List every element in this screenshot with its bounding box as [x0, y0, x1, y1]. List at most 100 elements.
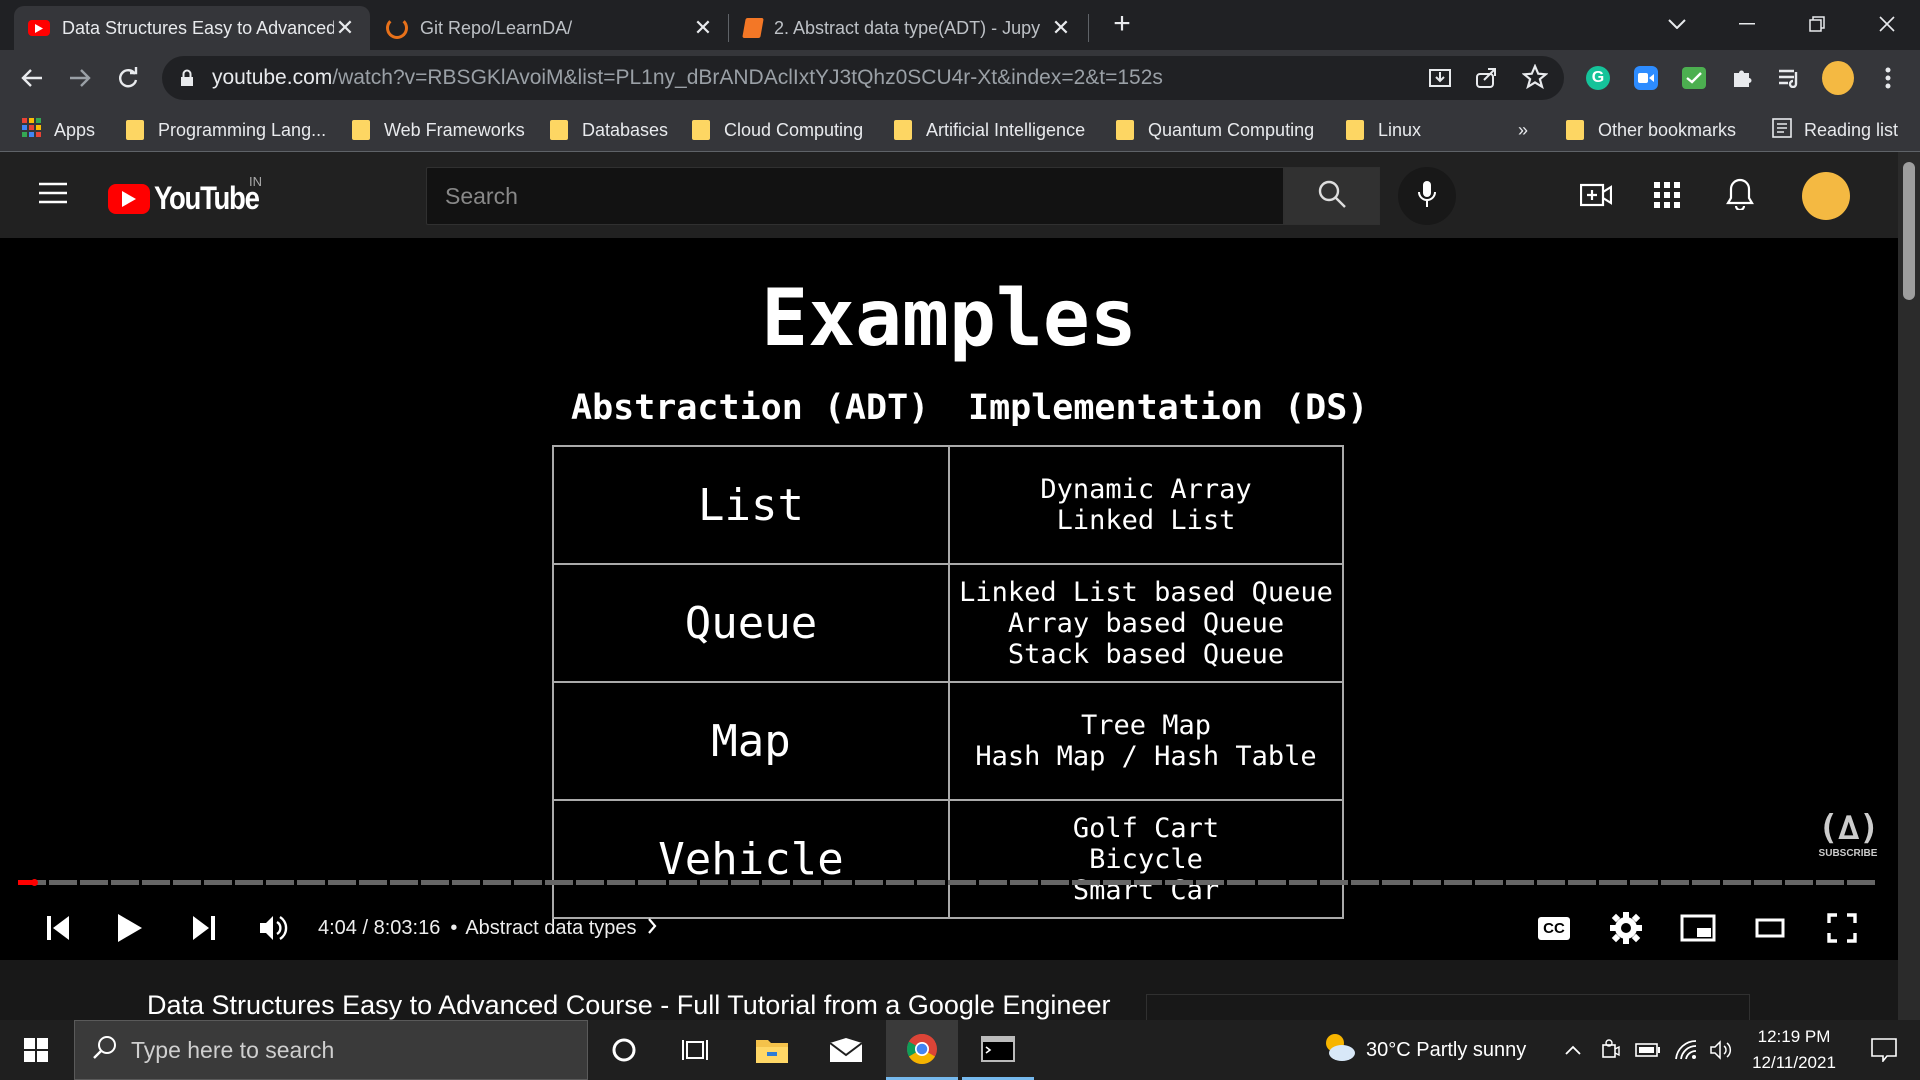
scrollbar-thumb[interactable]: [1903, 162, 1915, 300]
media-queue-icon[interactable]: [1774, 62, 1806, 94]
mail-icon[interactable]: [810, 1020, 882, 1080]
previous-video-button[interactable]: [36, 898, 80, 958]
mail-extension-icon[interactable]: [1678, 62, 1710, 94]
star-icon[interactable]: [1521, 63, 1549, 95]
apps-grid-icon[interactable]: [1654, 182, 1680, 213]
new-tab-button[interactable]: +: [1094, 6, 1150, 42]
zoom-extension-icon[interactable]: [1630, 62, 1662, 94]
extensions-puzzle-icon[interactable]: [1726, 62, 1758, 94]
url-host: youtube.com: [212, 66, 333, 89]
close-window-button[interactable]: [1860, 6, 1914, 42]
bookmark-folder-programming[interactable]: Programming Lang...: [126, 116, 326, 144]
search-button[interactable]: [1284, 167, 1380, 225]
fullscreen-button[interactable]: [1820, 898, 1864, 958]
bookmarks-overflow-button[interactable]: »: [1518, 116, 1528, 144]
slide-title: Examples: [761, 274, 1137, 364]
terminal-icon[interactable]: [962, 1020, 1034, 1080]
bookmark-apps[interactable]: Apps: [22, 116, 95, 144]
impl-line: Stack based Queue: [1007, 638, 1285, 670]
cortana-icon[interactable]: [588, 1020, 660, 1080]
search-icon: [93, 1035, 117, 1065]
bookmark-label: Web Frameworks: [384, 119, 525, 140]
clock-time: 12:19 PM: [1757, 1027, 1831, 1046]
theater-mode-button[interactable]: [1748, 898, 1792, 958]
tab-youtube[interactable]: Data Structures Easy to Advanced ✕: [14, 6, 370, 50]
menu-kebab-icon[interactable]: [1872, 62, 1904, 94]
reading-list-button[interactable]: Reading list: [1772, 116, 1898, 144]
chrome-icon[interactable]: [886, 1020, 958, 1080]
play-button[interactable]: [108, 898, 152, 958]
hamburger-menu-icon[interactable]: [38, 182, 68, 209]
bookmark-folder-databases[interactable]: Databases: [550, 116, 668, 144]
youtube-wordmark: YouTube: [154, 180, 260, 216]
clock[interactable]: 12:19 PM 12/11/2021: [1744, 1020, 1844, 1080]
battery-icon[interactable]: [1632, 1020, 1664, 1080]
bookmark-folder-other[interactable]: Other bookmarks: [1566, 116, 1736, 144]
bookmark-folder-quantum[interactable]: Quantum Computing: [1116, 116, 1314, 144]
impl-line: Bicycle: [1089, 843, 1203, 875]
settings-gear-icon[interactable]: [1606, 898, 1646, 958]
profile-avatar[interactable]: [1822, 61, 1854, 95]
search-input[interactable]: Search: [426, 167, 1284, 225]
volume-icon[interactable]: [252, 898, 296, 958]
adt-cell: List: [552, 445, 950, 565]
bookmark-folder-ai[interactable]: Artificial Intelligence: [894, 116, 1085, 144]
impl-line: Hash Map / Hash Table: [975, 741, 1317, 772]
tab-git-repo[interactable]: Git Repo/LearnDA/ ✕: [372, 6, 728, 50]
miniplayer-button[interactable]: [1676, 898, 1720, 958]
reload-icon[interactable]: [108, 58, 148, 98]
subscribe-watermark[interactable]: (∆) SUBSCRIBE: [1818, 808, 1879, 870]
show-hidden-icons-chevron[interactable]: [1560, 1020, 1586, 1080]
folder-icon: [1346, 120, 1364, 140]
progress-scrubber[interactable]: [30, 879, 38, 886]
notifications-bell-icon[interactable]: [1726, 178, 1754, 215]
meet-now-icon[interactable]: [1596, 1020, 1626, 1080]
video-player[interactable]: Examples Abstraction (ADT) Implementatio…: [0, 238, 1898, 960]
youtube-icon: [28, 20, 50, 36]
table-row: Map Tree Map Hash Map / Hash Table: [552, 681, 1344, 801]
windows-start-icon[interactable]: [0, 1020, 72, 1080]
create-video-icon[interactable]: [1579, 180, 1613, 215]
notification-center-icon[interactable]: [1856, 1020, 1912, 1080]
back-arrow-icon[interactable]: [12, 58, 52, 98]
close-icon[interactable]: ✕: [334, 15, 356, 41]
file-explorer-icon[interactable]: [736, 1020, 808, 1080]
page-scrollbar[interactable]: [1898, 152, 1920, 1020]
chapter-title[interactable]: Abstract data types: [465, 917, 636, 940]
user-avatar[interactable]: [1802, 172, 1850, 220]
bookmark-folder-web-frameworks[interactable]: Web Frameworks: [352, 116, 525, 144]
url-path: /watch?v=RBSGKlAvoiM&list=PL1ny_dBrANDAc…: [332, 66, 1163, 89]
folder-icon: [352, 120, 370, 140]
chevron-right-icon[interactable]: [647, 917, 657, 940]
weather-widget[interactable]: 30°C Partly sunny: [1322, 1020, 1542, 1080]
restore-button[interactable]: [1790, 6, 1844, 42]
next-video-button[interactable]: [182, 898, 226, 958]
voice-search-button[interactable]: [1398, 167, 1456, 225]
player-controls: 4:04 / 8:03:16 • Abstract data types CC: [0, 898, 1898, 958]
progress-bar[interactable]: [18, 879, 1878, 886]
minimize-button[interactable]: [1720, 6, 1774, 42]
jupyter-icon: [742, 18, 764, 38]
install-app-icon[interactable]: [1428, 66, 1452, 95]
bookmark-folder-linux[interactable]: Linux: [1346, 116, 1421, 144]
impl-line: Tree Map: [1080, 710, 1212, 741]
close-icon[interactable]: ✕: [692, 15, 714, 41]
captions-button[interactable]: CC: [1534, 898, 1574, 958]
forward-arrow-icon[interactable]: [60, 58, 100, 98]
tab-search-chevron-icon[interactable]: [1650, 6, 1704, 42]
bookmark-label: Quantum Computing: [1148, 119, 1315, 140]
tab-jupyter[interactable]: 2. Abstract data type(ADT) - Jupy ✕: [730, 6, 1086, 50]
loading-icon: [386, 17, 408, 39]
wifi-icon[interactable]: [1670, 1020, 1702, 1080]
bookmark-folder-cloud[interactable]: Cloud Computing: [692, 116, 863, 144]
close-icon[interactable]: ✕: [1050, 15, 1072, 41]
speaker-icon[interactable]: [1706, 1020, 1738, 1080]
adt-cell: Map: [552, 681, 950, 801]
task-view-icon[interactable]: [660, 1020, 732, 1080]
address-bar[interactable]: youtube.com/watch?v=RBSGKlAvoiM&list=PL1…: [162, 56, 1564, 100]
grammarly-icon[interactable]: G: [1582, 62, 1614, 94]
table-row: List Dynamic Array Linked List: [552, 445, 1344, 565]
share-icon[interactable]: [1474, 66, 1498, 95]
taskbar-search-input[interactable]: Type here to search: [74, 1020, 588, 1080]
impl-cell: Tree Map Hash Map / Hash Table: [948, 681, 1344, 801]
